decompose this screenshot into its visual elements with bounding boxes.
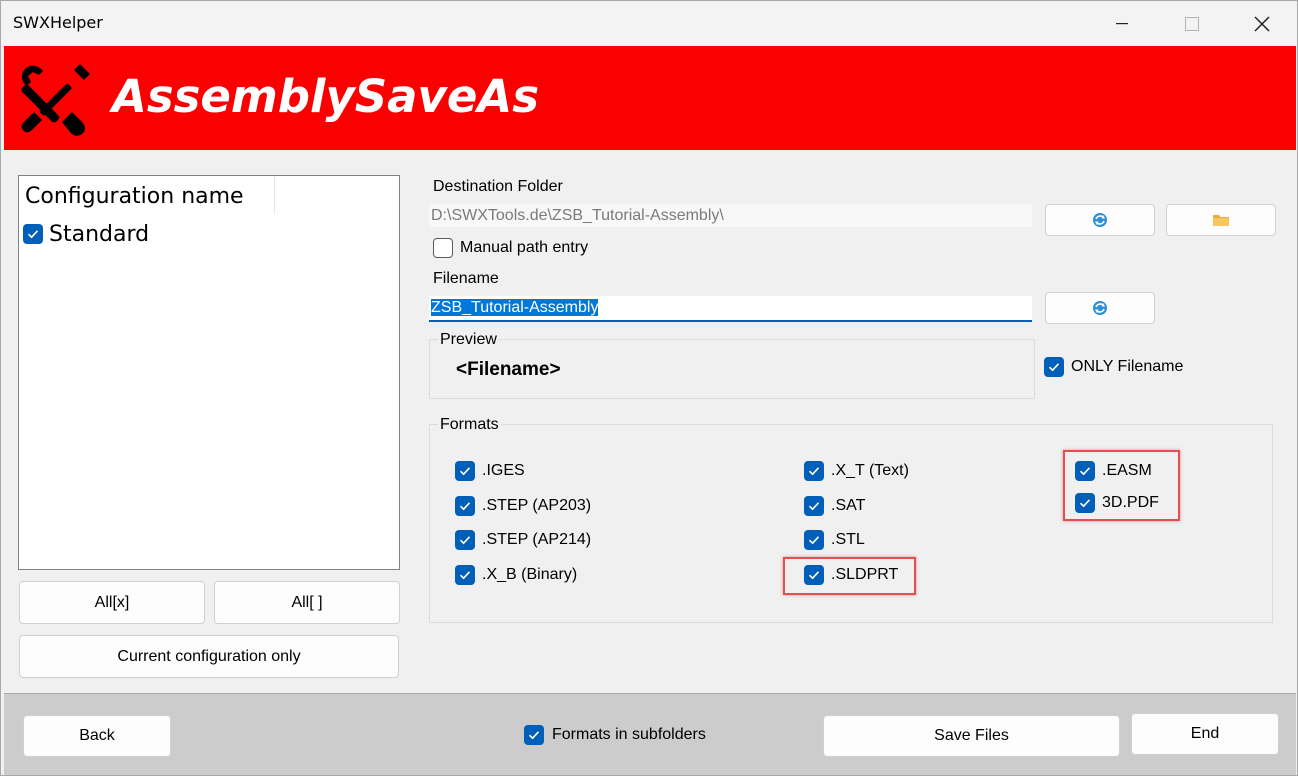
format-checkbox[interactable] bbox=[804, 461, 824, 481]
format-option-x-b[interactable]: .X_B (Binary) bbox=[455, 563, 577, 587]
browse-folder-button[interactable] bbox=[1166, 204, 1276, 236]
list-item-label: Standard bbox=[49, 221, 150, 247]
format-label: .X_B (Binary) bbox=[482, 566, 578, 583]
check-icon bbox=[459, 502, 471, 511]
check-icon bbox=[459, 536, 471, 545]
select-none-button[interactable]: All[ ] bbox=[214, 581, 400, 624]
refresh-icon bbox=[1093, 301, 1107, 315]
list-item-standard[interactable]: Standard bbox=[23, 220, 149, 248]
configuration-list[interactable]: Configuration name Standard bbox=[18, 175, 400, 570]
refresh-icon bbox=[1093, 213, 1107, 227]
manual-path-option[interactable]: Manual path entry bbox=[433, 236, 588, 260]
close-button[interactable] bbox=[1227, 1, 1297, 46]
check-icon bbox=[808, 571, 820, 580]
preview-value: <Filename> bbox=[456, 359, 561, 380]
format-label: .EASM bbox=[1102, 462, 1152, 479]
format-option-sat[interactable]: .SAT bbox=[804, 494, 865, 518]
format-checkbox[interactable] bbox=[804, 496, 824, 516]
format-option-sldprt[interactable]: .SLDPRT bbox=[804, 563, 898, 587]
format-checkbox[interactable] bbox=[1075, 461, 1095, 481]
check-icon bbox=[459, 571, 471, 580]
formats-label: Formats bbox=[438, 416, 501, 434]
format-checkbox[interactable] bbox=[455, 530, 475, 550]
subfolders-option[interactable]: Formats in subfolders bbox=[524, 723, 706, 747]
check-icon bbox=[528, 731, 540, 740]
check-icon bbox=[459, 467, 471, 476]
close-icon bbox=[1254, 15, 1270, 32]
format-label: .SAT bbox=[831, 497, 866, 514]
check-icon bbox=[1048, 363, 1060, 372]
column-header-configuration[interactable]: Configuration name bbox=[19, 176, 275, 214]
save-files-button[interactable]: Save Files bbox=[823, 715, 1120, 757]
format-checkbox[interactable] bbox=[455, 496, 475, 516]
format-option-step-ap203[interactable]: .STEP (AP203) bbox=[455, 494, 591, 518]
format-label: .STEP (AP214) bbox=[482, 531, 592, 548]
check-icon bbox=[27, 230, 39, 239]
format-checkbox[interactable] bbox=[1075, 493, 1095, 513]
only-filename-option[interactable]: ONLY Filename bbox=[1044, 355, 1183, 379]
folder-icon bbox=[1213, 215, 1229, 226]
format-option-easm[interactable]: .EASM bbox=[1075, 459, 1152, 483]
format-checkbox[interactable] bbox=[455, 565, 475, 585]
filename-label: Filename bbox=[433, 270, 499, 287]
minimize-button[interactable] bbox=[1087, 1, 1157, 46]
header-banner: AssemblySaveAs bbox=[4, 46, 1296, 150]
preview-label: Preview bbox=[438, 331, 499, 349]
format-checkbox[interactable] bbox=[804, 530, 824, 550]
format-option-stl[interactable]: .STL bbox=[804, 528, 865, 552]
select-all-button[interactable]: All[x] bbox=[19, 581, 205, 624]
only-filename-checkbox[interactable] bbox=[1044, 357, 1064, 377]
banner-title: AssemblySaveAs bbox=[112, 70, 540, 123]
maximize-button[interactable] bbox=[1157, 1, 1227, 46]
format-option-3d-pdf[interactable]: 3D.PDF bbox=[1075, 491, 1159, 515]
destination-folder-field[interactable]: D:\SWXTools.de\ZSB_Tutorial-Assembly\ bbox=[429, 204, 1032, 227]
format-label: .STEP (AP203) bbox=[482, 497, 592, 514]
back-button[interactable]: Back bbox=[23, 715, 171, 757]
subfolders-label: Formats in subfolders bbox=[552, 726, 706, 743]
format-option-x-t[interactable]: .X_T (Text) bbox=[804, 459, 909, 483]
format-label: 3D.PDF bbox=[1102, 494, 1159, 511]
filename-value: ZSB_Tutorial-Assembly bbox=[431, 299, 599, 316]
format-label: .X_T (Text) bbox=[831, 462, 909, 479]
window-title: SWXHelper bbox=[13, 13, 103, 32]
format-option-step-ap214[interactable]: .STEP (AP214) bbox=[455, 528, 591, 552]
title-bar: SWXHelper bbox=[1, 1, 1297, 46]
refresh-filename-button[interactable] bbox=[1045, 292, 1155, 324]
format-label: .IGES bbox=[482, 462, 525, 479]
format-label: .SLDPRT bbox=[831, 566, 899, 583]
format-option-iges[interactable]: .IGES bbox=[455, 459, 525, 483]
subfolders-checkbox[interactable] bbox=[524, 725, 544, 745]
format-checkbox[interactable] bbox=[804, 565, 824, 585]
column-header-label: Configuration name bbox=[25, 184, 244, 209]
check-icon bbox=[808, 536, 820, 545]
check-icon bbox=[1079, 499, 1091, 508]
end-button[interactable]: End bbox=[1131, 713, 1279, 755]
format-checkbox[interactable] bbox=[455, 461, 475, 481]
only-filename-label: ONLY Filename bbox=[1071, 358, 1184, 375]
minimize-icon bbox=[1116, 22, 1128, 24]
refresh-folder-button[interactable] bbox=[1045, 204, 1155, 236]
format-label: .STL bbox=[831, 531, 865, 548]
check-icon bbox=[1079, 467, 1091, 476]
maximize-icon bbox=[1185, 16, 1199, 31]
check-icon bbox=[808, 467, 820, 476]
manual-path-checkbox[interactable] bbox=[433, 238, 453, 258]
tools-icon bbox=[21, 64, 90, 136]
current-configuration-button[interactable]: Current configuration only bbox=[19, 635, 399, 678]
manual-path-label: Manual path entry bbox=[460, 239, 589, 256]
checkbox-standard[interactable] bbox=[23, 224, 43, 244]
check-icon bbox=[808, 502, 820, 511]
app-window: SWXHelper AssemblySaveAs Configuration n… bbox=[0, 0, 1298, 776]
filename-field[interactable]: ZSB_Tutorial-Assembly bbox=[429, 296, 1032, 322]
destination-folder-label: Destination Folder bbox=[433, 178, 563, 195]
